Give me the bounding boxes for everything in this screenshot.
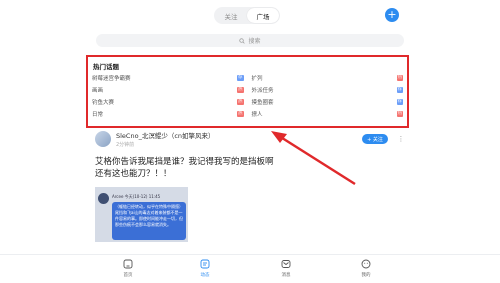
topic-badge: 热 [396,75,403,81]
follow-button[interactable]: + 关注 [362,134,388,144]
hot-topic-item[interactable]: 画画 热 [92,86,244,94]
topic-badge: 热 [396,111,403,117]
nav-label-home: 首页 [123,273,133,278]
message-icon [281,260,291,268]
hot-topic-label: 画画 [92,88,104,94]
hot-topic-label: 树莓迷宫争霸赛 [92,76,131,82]
post-image[interactable]: Arcee 今天(10-12) 11:45 （躯链已经转动，似乎在特殊中隔蹙）尾… [95,187,188,242]
topic-badge: 荐 [396,99,403,105]
image-name-line: Arcee 今天(10-12) 11:45 [112,194,161,199]
profile-icon [361,259,371,269]
topic-badge: 热 [237,111,244,117]
search-icon [239,37,246,44]
post-user-info: SleCno_北溟鲲少（cn如擎风来） 2分钟前 [116,130,362,148]
topic-badge: 热 [237,99,244,105]
topic-badge: 荐 [396,87,403,93]
post-content: 艾格你告诉我尾挡是谁？我记得我写的是挡板啊还有这也能刀？！！ [95,157,274,179]
hot-topic-label: 撩人 [251,112,263,118]
hot-topic-item[interactable]: 外派任务 荐 [251,86,403,94]
hot-topic-item[interactable]: 日常 热 [92,110,244,118]
add-post-button[interactable]: + [385,8,399,22]
hot-topic-item[interactable]: 摸鱼圈套 荐 [251,98,403,106]
post-username[interactable]: SleCno_北溟鲲少（cn如擎风来） [116,130,362,140]
nav-label-messages: 消息 [281,273,291,278]
hot-topic-item[interactable]: 树莓迷宫争霸赛 荐 [92,74,244,82]
feed-tab-switcher: 关注 广场 [214,7,280,24]
nav-item-home[interactable]: 首页 [113,259,143,278]
bottom-nav: 首页 动态 消息 我的 [0,254,500,283]
hot-topic-label: 日常 [92,112,104,118]
tab-following[interactable]: 关注 [215,8,247,23]
tab-square[interactable]: 广场 [247,8,279,23]
topic-badge: 热 [237,87,244,93]
hot-topics-title: 热门话题 [93,63,119,71]
hot-topic-item[interactable]: 撩人 热 [251,110,403,118]
image-chat-bubble: （躯链已经转动，似乎在特殊中隔蹙）尾挡和飞ai山的毒志对着来装都不是一件容易的事… [112,202,186,240]
post-card: SleCno_北溟鲲少（cn如擎风来） 2分钟前 + 关注 ⋮ 艾格你告诉我尾挡… [95,131,405,242]
hot-topic-label: 钓鱼大赛 [92,100,115,106]
nav-item-messages[interactable]: 消息 [271,259,301,278]
hot-topics-panel: 热门话题 树莓迷宫争霸赛 荐 扩列 热 画画 热 外派任务 荐 钓鱼大赛 热 摸… [86,55,409,128]
avatar[interactable] [95,131,111,147]
topic-badge: 荐 [237,75,244,81]
feed-icon [200,259,210,269]
hot-topic-item[interactable]: 扩列 热 [251,74,403,82]
home-icon [123,259,133,269]
nav-item-profile[interactable]: 我的 [351,259,381,278]
nav-label-profile: 我的 [361,273,371,278]
post-time: 2分钟前 [116,142,135,148]
hot-topics-list: 树莓迷宫争霸赛 荐 扩列 热 画画 热 外派任务 荐 钓鱼大赛 热 摸鱼圈套 荐… [92,74,403,118]
more-options-icon[interactable]: ⋮ [397,135,405,143]
search-input[interactable]: 搜索 [96,34,404,47]
post-header: SleCno_北溟鲲少（cn如擎风来） 2分钟前 + 关注 ⋮ [95,130,405,148]
hot-topic-label: 摸鱼圈套 [251,100,274,106]
image-avatar [98,193,109,204]
nav-item-feed[interactable]: 动态 [190,259,220,278]
hot-topic-item[interactable]: 钓鱼大赛 热 [92,98,244,106]
search-placeholder: 搜索 [248,38,261,45]
hot-topic-label: 扩列 [251,76,263,82]
nav-label-feed: 动态 [200,273,210,278]
hot-topic-label: 外派任务 [251,88,274,94]
